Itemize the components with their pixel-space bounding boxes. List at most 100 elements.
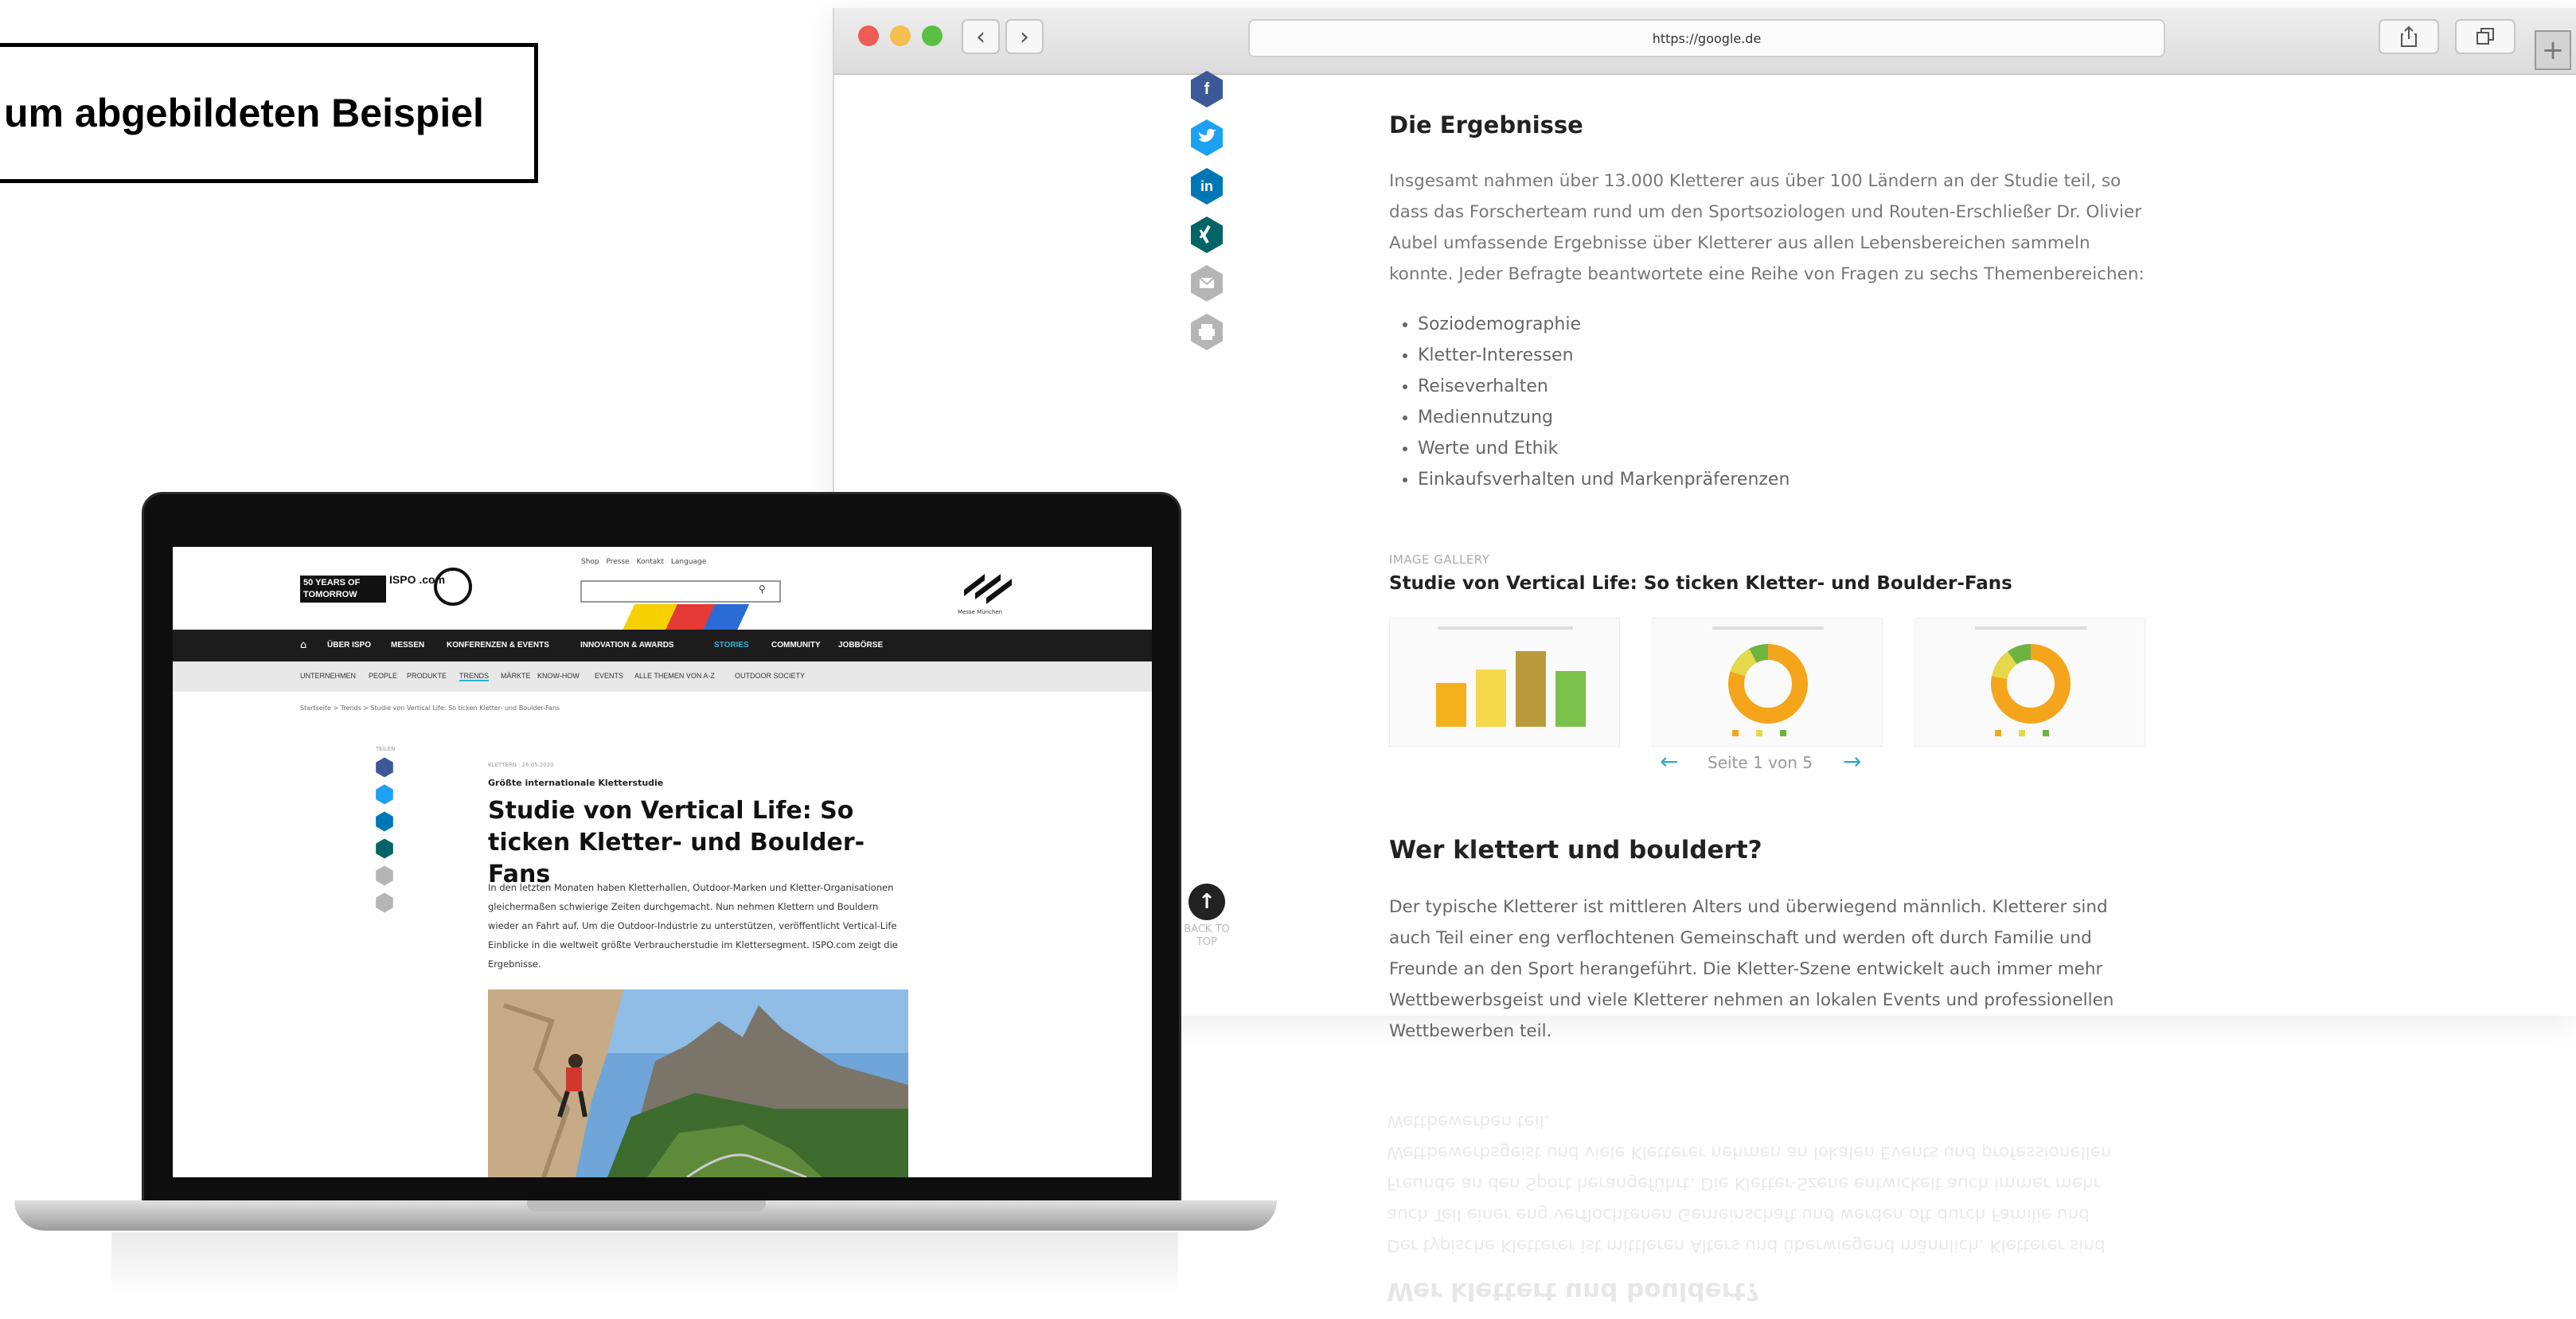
color-stripes — [609, 604, 768, 630]
nav-item[interactable]: INNOVATION & AWARDS — [580, 641, 674, 650]
plus-icon: + — [2541, 34, 2565, 66]
list-item: Einkaufsverhalten und Markenpräferenzen — [1418, 464, 1790, 495]
subnav-item[interactable]: PEOPLE — [369, 672, 397, 680]
nav-item-active[interactable]: STORIES — [714, 641, 749, 650]
list-item: Soziodemographie — [1418, 309, 1790, 340]
forward-button[interactable]: › — [1005, 19, 1044, 54]
site-search-input[interactable] — [580, 580, 781, 603]
gallery-title: Studie von Vertical Life: So ticken Klet… — [1389, 573, 2012, 594]
anniversary-logo[interactable]: 50 YEARS OF TOMORROW — [300, 576, 386, 603]
chart-bar — [1516, 651, 1546, 727]
subnav-item[interactable]: UNTERNEHMEN — [300, 672, 356, 680]
twitter-icon[interactable] — [375, 784, 394, 805]
who-heading: Wer klettert und bouldert? — [1389, 836, 1762, 864]
laptop-mockup: 50 YEARS OF TOMORROW ISPO .com Shop Pres… — [142, 492, 1181, 1208]
mail-icon[interactable] — [375, 865, 394, 886]
subnav-item-active[interactable]: TRENDS — [459, 672, 490, 681]
linkedin-icon[interactable] — [375, 811, 394, 832]
mail-icon — [1191, 265, 1223, 302]
xing-icon — [1191, 217, 1223, 253]
article-kicker: Größte internationale Kletterstudie — [488, 778, 664, 788]
chevron-left-icon: ‹ — [976, 22, 986, 51]
list-item: Kletter-Interessen — [1418, 340, 1790, 371]
back-to-top-label: BACK TO TOP — [1184, 923, 1230, 948]
subnav-item[interactable]: OUTDOOR SOCIETY — [735, 672, 805, 680]
gallery-thumbnail-donut-1[interactable] — [1652, 618, 1883, 747]
back-to-top-button[interactable]: ↑ BACK TO TOP — [1183, 884, 1231, 949]
bar-chart-thumbnail — [1436, 626, 1586, 727]
laptop-lid: 50 YEARS OF TOMORROW ISPO .com Shop Pres… — [142, 492, 1181, 1208]
chevron-right-icon: › — [1020, 22, 1029, 51]
article-date: KLETTERN · 26.05.2020 — [488, 762, 554, 768]
arrow-up-icon: ↑ — [1188, 884, 1225, 920]
tabs-overview-button[interactable] — [2455, 19, 2516, 54]
subnav-item[interactable]: PRODUKTE — [407, 672, 447, 680]
top-links[interactable]: Shop Presse Kontakt Language — [581, 558, 706, 566]
search-icon[interactable]: ⚲ — [759, 583, 766, 595]
home-icon[interactable]: ⌂ — [300, 639, 306, 651]
facebook-icon[interactable] — [375, 757, 394, 778]
who-paragraph: Der typische Kletterer ist mittleren Alt… — [1389, 897, 2114, 1041]
close-window-button[interactable] — [858, 25, 879, 46]
subnav-item[interactable]: KNOW-HOW — [537, 672, 580, 680]
arrow-left-icon[interactable]: ← — [1660, 748, 1678, 775]
tabs-icon — [2476, 28, 2494, 45]
nav-item[interactable]: JOBBÖRSE — [838, 641, 883, 650]
laptop-notch — [527, 1200, 766, 1212]
results-heading: Die Ergebnisse — [1389, 111, 1583, 139]
list-item: Mediennutzung — [1418, 402, 1790, 433]
address-bar[interactable]: https://google.de — [1248, 19, 2165, 57]
donut-chart-thumbnail — [1712, 626, 1824, 736]
nav-item[interactable]: COMMUNITY — [771, 641, 821, 650]
facebook-share-button[interactable]: f — [1189, 70, 1224, 108]
print-icon — [1191, 314, 1223, 350]
messe-muenchen-logo[interactable] — [961, 566, 1017, 607]
legend-swatch — [1780, 730, 1786, 736]
maximize-window-button[interactable] — [922, 25, 943, 46]
back-button[interactable]: ‹ — [962, 19, 1000, 54]
subnav-item[interactable]: ALLE THEMEN VON A-Z — [634, 672, 715, 680]
subnav-item[interactable]: MÄRKTE — [501, 672, 531, 680]
climbing-photo — [488, 989, 908, 1177]
list-item: Werte und Ethik — [1418, 433, 1790, 464]
nav-item[interactable]: MESSEN — [391, 641, 424, 650]
xing-icon[interactable] — [375, 838, 394, 859]
donut-chart-thumbnail — [1975, 626, 2086, 736]
legend-swatch — [2019, 730, 2025, 736]
subnav-item[interactable]: EVENTS — [595, 672, 623, 680]
arrow-right-icon[interactable]: → — [1843, 748, 1861, 775]
chart-bar — [1476, 669, 1506, 727]
nav-item[interactable]: ÜBER ISPO — [327, 641, 371, 650]
share-icon — [2401, 25, 2417, 47]
reflection-paragraph: Der typische Kletterer ist mittleren Alt… — [1387, 1111, 2112, 1255]
callout-text: um abgebildeten Beispiel — [4, 91, 484, 135]
results-paragraph: Insgesamt nahmen über 13.000 Kletterer a… — [1389, 171, 2145, 284]
messe-label: Messe München — [958, 609, 1003, 615]
new-tab-button[interactable]: + — [2535, 30, 2571, 70]
legend-swatch — [1756, 730, 1762, 736]
browser-toolbar: ‹ › https://google.de + — [834, 8, 2576, 75]
topic-list: Soziodemographie Kletter-Interessen Reis… — [1389, 309, 1790, 495]
gallery-thumbnail-bar-chart[interactable] — [1389, 618, 1620, 747]
share-label: TEILEN — [376, 746, 396, 752]
print-icon[interactable] — [375, 892, 394, 913]
reflection-heading: Wer klettert und bouldert? — [1387, 1277, 1760, 1305]
share-button[interactable] — [2379, 19, 2439, 54]
site-header: 50 YEARS OF TOMORROW ISPO .com Shop Pres… — [173, 547, 1152, 630]
chart-bar — [1436, 683, 1466, 727]
site-sub-nav: UNTERNEHMEN PEOPLE PRODUKTE TRENDS MÄRKT… — [173, 661, 1152, 692]
twitter-share-button[interactable] — [1189, 119, 1224, 157]
print-share-button[interactable] — [1189, 313, 1224, 351]
breadcrumb[interactable]: Startseite > Trends > Studie von Vertica… — [300, 704, 560, 712]
page-reflection: Wer klettert und bouldert? Der typische … — [1387, 1099, 2143, 1305]
gallery-thumbnail-donut-2[interactable] — [1914, 618, 2145, 747]
linkedin-share-button[interactable]: in — [1189, 167, 1224, 205]
mail-share-button[interactable] — [1189, 264, 1224, 302]
nav-item[interactable]: KONFERENZEN & EVENTS — [447, 641, 549, 650]
chart-bar — [1555, 671, 1586, 727]
legend-swatch — [2043, 730, 2049, 736]
callout-box: um abgebildeten Beispiel — [0, 43, 538, 183]
minimize-window-button[interactable] — [890, 25, 911, 46]
twitter-icon — [1191, 119, 1223, 156]
xing-share-button[interactable] — [1189, 216, 1224, 254]
